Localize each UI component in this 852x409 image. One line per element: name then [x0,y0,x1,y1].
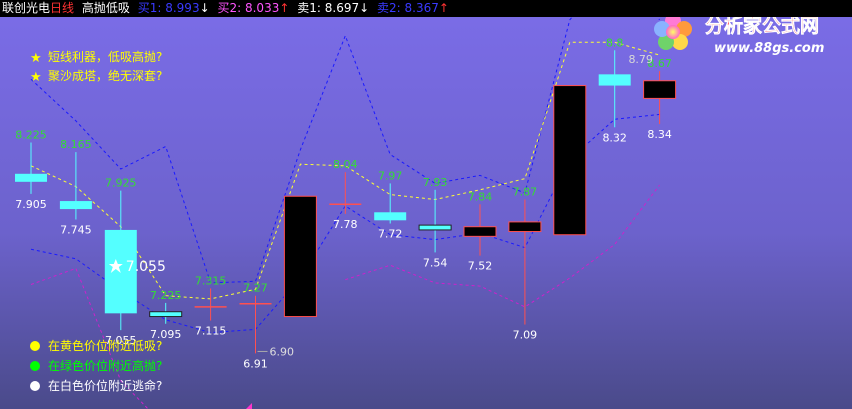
low-price-label: 7.52 [468,260,493,273]
low-price-label: 7.54 [423,256,448,269]
candle-body-up [283,195,317,318]
bottom-legend: 在黄色价位附近低吸? 在绿色价位附近高抛? 在白色价位附近逃命? [30,338,162,393]
low-marker-label: 6.90 [270,345,295,358]
low-price-label: 8.32 [602,131,627,144]
high-price-label: 7.925 [105,177,137,190]
green-dot-icon [30,361,40,371]
sell2-label: 卖2: [377,1,401,15]
tip-star-icon: ★ [30,70,42,85]
high-price-label: 7.87 [513,185,538,198]
high-price-label: 8.225 [15,129,47,142]
sell1-value: 8.697 [324,1,360,15]
sell1-arrow: ↓ [359,1,370,15]
chart-header: 联创光电日线 高抛低吸 买1: 8.993↓ 买2: 8.033↑ 卖1: 8.… [0,0,852,17]
buy2-arrow: ↑ [279,1,290,15]
low-price-label: 8.34 [647,128,672,141]
low-price-label: 6.91 [243,357,268,370]
sell2-arrow: ↑ [438,1,449,15]
sell2-value: 8.367 [404,1,439,15]
low-price-label: 7.905 [15,198,47,211]
low-price-label: 7.115 [195,325,227,338]
tip-text: 短线利器，低吸高抛? [48,49,162,64]
candle-body-down [598,74,631,86]
candle-body-down [59,201,92,210]
candle-body-up [463,226,497,237]
watermark-title: 分析家公式网 [705,17,819,37]
chart-window: 联创光电日线 高抛低吸 买1: 8.993↓ 买2: 8.033↑ 卖1: 8.… [0,0,852,409]
high-price-label: 8.8 [606,36,624,49]
candle-body-down [418,224,452,231]
yellow-dot-icon [30,341,40,351]
sell1-label: 卖1: [297,1,321,15]
legend-green-text: 在绿色价位附近高抛? [48,358,162,373]
buy1-value: 8.993 [165,1,200,15]
indicator-name: 高抛低吸 [81,1,130,15]
low-price-label: 7.78 [333,218,358,231]
buy1-label: 买1: [137,1,162,15]
stock-name: 联创光电 [2,1,51,15]
buy2-value: 8.033 [244,1,280,15]
legend-yellow-text: 在黄色价位附近低吸? [48,338,162,353]
candle-body-down [15,173,47,182]
high-price-label: 7.315 [195,274,227,287]
flower-logo-icon [654,17,692,50]
tip-star-icon: ★ [30,51,42,66]
high-price-label: 7.97 [378,169,403,182]
candle-body-down [149,311,183,318]
high-price-label: 8.165 [60,138,92,151]
high-price-label: 7.225 [150,289,182,302]
candle-body-up [553,85,587,236]
legend-white-text: 在白色价位附近逃命? [48,378,162,393]
candle-body-up [508,221,542,233]
high-price-label: 7.27 [243,282,268,295]
high-price-label: 7.84 [468,190,493,203]
high-price-label: 7.93 [423,176,448,189]
watermark-url: www.88gs.com [714,41,824,56]
period-label[interactable]: 日线 [50,0,74,17]
buy1-arrow: ↓ [199,1,210,15]
tip-text: 聚沙成塔，绝无深套? [48,68,162,83]
low-price-label: 7.09 [513,329,538,342]
candle-body-up [643,80,677,99]
low-price-label: 7.745 [60,224,92,237]
white-dot-icon [30,381,40,391]
high-price-label: 8.04 [333,158,358,171]
ma-value-label: 8.79 [628,53,653,66]
low-price-label: 7.72 [378,228,403,241]
candle-body-down [374,212,407,221]
price-chart[interactable]: 8.2257.9058.1657.7457.9257.0557.2257.095… [0,17,852,409]
marker-price-label: 7.055 [126,259,166,275]
buy2-label: 买2: [217,1,242,15]
